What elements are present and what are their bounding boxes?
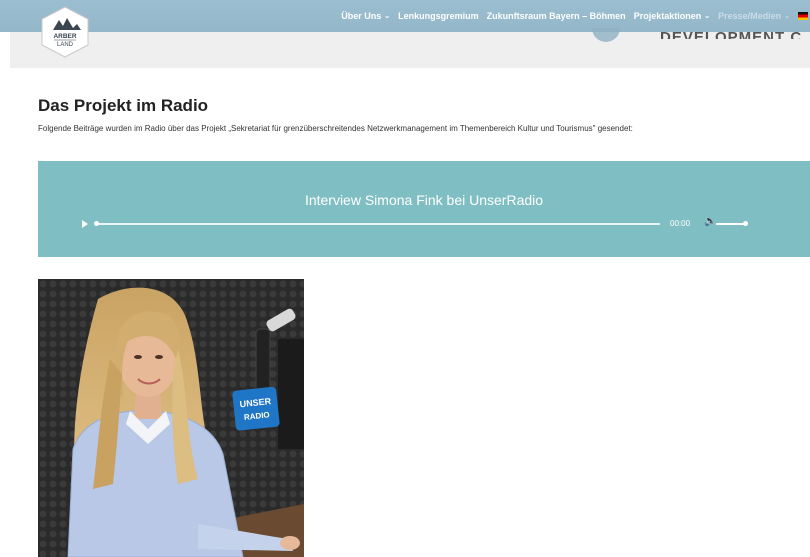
- svg-text:ARBER: ARBER: [53, 33, 76, 40]
- language-switcher[interactable]: [798, 12, 810, 20]
- intro-text: Folgende Beiträge wurden im Radio über d…: [38, 124, 633, 133]
- audio-player: Interview Simona Fink bei UnserRadio 00:…: [38, 161, 810, 257]
- nav-item-projektaktionen[interactable]: Projektaktionen ⌄: [634, 11, 710, 21]
- nav-item-ueber-uns[interactable]: Über Uns ⌄: [341, 11, 390, 21]
- german-flag-icon: [798, 12, 808, 20]
- play-icon[interactable]: [82, 220, 88, 228]
- nav-item-label: Projektaktionen: [633, 11, 702, 21]
- nav-item-lenkungsgremium[interactable]: Lenkungsgremium: [398, 11, 479, 21]
- audio-title: Interview Simona Fink bei UnserRadio: [304, 192, 544, 208]
- nav-item-label: Über Uns: [341, 11, 382, 21]
- volume-icon[interactable]: 🔈: [704, 217, 716, 227]
- volume-slider[interactable]: [716, 223, 746, 225]
- nav-item-label: Presse/Medien: [718, 11, 782, 21]
- page-title: Das Projekt im Radio: [38, 96, 209, 115]
- nav-item-zukunftsraum[interactable]: Zukunftsraum Bayern – Böhmen: [487, 11, 626, 21]
- interview-photo: UNSER RADIO: [38, 279, 304, 557]
- chevron-down-icon: ⌄: [704, 13, 711, 20]
- nav-item-label: Zukunftsraum Bayern – Böhmen: [486, 11, 626, 21]
- nav-item-presse-medien[interactable]: Presse/Medien ⌄: [718, 11, 790, 21]
- chevron-down-icon: ⌄: [384, 13, 391, 20]
- time-display: 00:00: [670, 219, 691, 228]
- progress-track[interactable]: [96, 223, 660, 225]
- volume-handle[interactable]: [743, 221, 748, 226]
- arberland-logo[interactable]: ARBER LAND: [39, 6, 91, 58]
- svg-text:LAND: LAND: [57, 42, 74, 48]
- progress-handle[interactable]: [94, 221, 99, 226]
- nav-item-label: Lenkungsgremium: [398, 11, 479, 21]
- partial-banner-text: DEVELOPMENT C: [660, 29, 803, 39]
- chevron-down-icon: ⌄: [784, 13, 790, 20]
- photo-illustration: UNSER RADIO: [38, 279, 304, 557]
